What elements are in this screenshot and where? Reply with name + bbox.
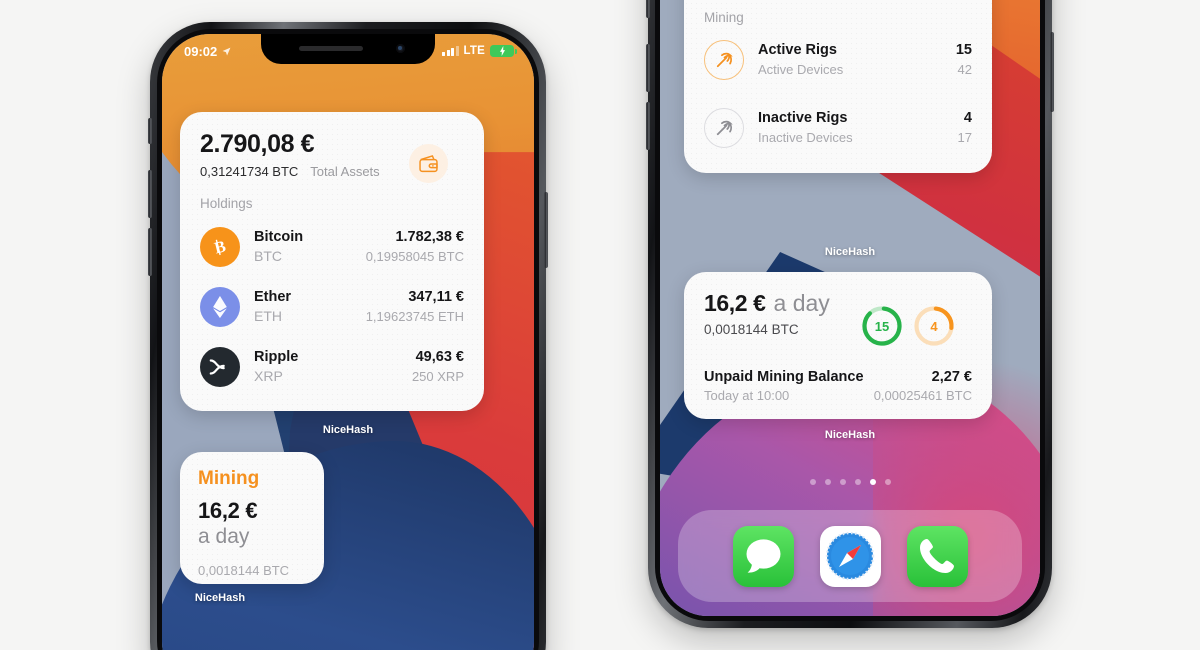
carrier-label: LTE	[463, 45, 485, 57]
page-dot[interactable]	[809, 479, 816, 485]
page-dot-active[interactable]	[869, 479, 876, 485]
balance-widget[interactable]: 2.790,08 € 0,31241734 BTC Total Assets H…	[180, 112, 484, 411]
power-button[interactable]	[544, 192, 548, 268]
holding-amount: 0,19958045 BTC	[365, 249, 464, 264]
volume-down-button[interactable]	[148, 228, 152, 276]
mining-btc: 0,0018144 BTC	[198, 563, 290, 578]
holding-row-bitcoin[interactable]: B Bitcoin BTC 1.782,38 € 0,19958045 BTC	[200, 217, 464, 277]
holding-amount: 1,19623745 ETH	[365, 309, 464, 324]
holding-value: 347,11 €	[408, 289, 464, 306]
holdings-section-title: Holdings	[200, 196, 253, 211]
rig-sub-count: 42	[957, 61, 972, 77]
rigs-widget[interactable]: Unpaid Mining Balance Today at 10:00 2,2…	[684, 0, 992, 173]
day-widget[interactable]: 15 4 16,2 € a day 0,0018144 BTC Unpaid M…	[684, 272, 992, 419]
mining-period: a day	[198, 525, 250, 548]
rig-subtitle: Active Devices	[758, 61, 844, 77]
safari-app-icon[interactable]	[819, 525, 881, 587]
right-phone-screen: Unpaid Mining Balance Today at 10:00 2,2…	[660, 0, 1040, 616]
day-amount: 16,2 €	[704, 290, 766, 316]
volume-down-button[interactable]	[646, 102, 650, 150]
holding-ticker: XRP	[254, 368, 283, 385]
unpaid-balance-value: 2,27 €	[931, 369, 972, 385]
balance-widget-label: NiceHash	[322, 424, 374, 436]
location-arrow-icon	[222, 47, 231, 55]
active-rigs-ring: 15	[860, 304, 904, 348]
volume-up-button[interactable]	[646, 44, 650, 92]
mining-widget[interactable]: Mining 16,2 € a day 0,0018144 BTC	[180, 452, 324, 584]
total-balance-btc: 0,31241734 BTC	[200, 164, 299, 179]
left-phone-screen: 09:02 LTE 2.790,08 € 0,31241734 BTC Tota…	[162, 34, 534, 650]
mining-section-title: Mining	[704, 10, 744, 25]
rig-row-active[interactable]: Active Rigs Active Devices 15 42	[704, 31, 972, 89]
page-dot[interactable]	[839, 479, 846, 485]
holding-ticker: ETH	[254, 308, 282, 325]
rig-title: Active Rigs	[758, 42, 837, 59]
rigs-widget-label: NiceHash	[824, 246, 876, 258]
mute-switch[interactable]	[646, 0, 650, 18]
phone-app-icon[interactable]	[906, 525, 968, 587]
total-assets-label: Total Assets	[310, 164, 380, 179]
holding-amount: 250 XRP	[411, 369, 464, 384]
page-dots[interactable]	[660, 479, 1040, 485]
dock	[678, 510, 1022, 602]
holding-row-ether[interactable]: Ether ETH 347,11 € 1,19623745 ETH	[200, 277, 464, 337]
holding-name: Bitcoin	[254, 228, 304, 245]
pickaxe-icon	[704, 108, 744, 148]
unpaid-balance-time: Today at 10:00	[704, 388, 790, 403]
inactive-rigs-ring-value: 4	[930, 318, 938, 334]
holding-name: Ripple	[254, 348, 299, 365]
rig-count: 4	[963, 110, 972, 127]
status-time: 09:02	[184, 43, 218, 59]
page-dot[interactable]	[854, 479, 861, 485]
right-phone: Unpaid Mining Balance Today at 10:00 2,2…	[646, 0, 1054, 628]
cellular-signal-icon	[442, 46, 459, 56]
mute-switch[interactable]	[148, 118, 152, 144]
power-button[interactable]	[1050, 32, 1054, 112]
wallet-icon[interactable]	[409, 144, 448, 183]
holding-name: Ether	[254, 288, 292, 305]
battery-charging-icon	[490, 45, 517, 57]
rig-subtitle: Inactive Devices	[758, 129, 853, 145]
unpaid-balance-row: Unpaid Mining Balance Today at 10:00 2,2…	[704, 369, 972, 403]
bitcoin-icon: B	[200, 227, 240, 267]
messages-app-icon[interactable]	[732, 525, 794, 587]
mining-widget-label: NiceHash	[194, 592, 246, 604]
active-rigs-ring-value: 15	[874, 318, 890, 334]
inactive-rigs-ring: 4	[912, 304, 956, 348]
left-phone: 09:02 LTE 2.790,08 € 0,31241734 BTC Tota…	[148, 22, 548, 650]
rig-status-rings: 15 4	[860, 304, 956, 348]
holding-row-ripple[interactable]: Ripple XRP 49,63 € 250 XRP	[200, 337, 464, 397]
holding-value: 49,63 €	[415, 349, 464, 366]
rig-title: Inactive Rigs	[758, 110, 848, 127]
unpaid-balance-btc: 0,00025461 BTC	[873, 388, 972, 403]
rig-row-inactive[interactable]: Inactive Rigs Inactive Devices 4 17	[704, 99, 972, 157]
status-bar: 09:02 LTE	[162, 34, 534, 64]
mining-amount: 16,2 €	[198, 498, 258, 523]
ripple-icon	[200, 347, 240, 387]
volume-up-button[interactable]	[148, 170, 152, 218]
day-widget-label: NiceHash	[824, 429, 876, 441]
day-suffix: a day	[773, 290, 830, 316]
pickaxe-icon	[704, 40, 744, 80]
page-dot[interactable]	[884, 479, 891, 485]
holding-value: 1.782,38 €	[395, 229, 464, 246]
rig-count: 15	[955, 42, 972, 59]
rig-sub-count: 17	[957, 129, 972, 145]
unpaid-balance-title: Unpaid Mining Balance	[704, 369, 864, 385]
holding-ticker: BTC	[254, 248, 282, 265]
ethereum-icon	[200, 287, 240, 327]
page-dot[interactable]	[824, 479, 831, 485]
mining-widget-title: Mining	[198, 468, 260, 489]
